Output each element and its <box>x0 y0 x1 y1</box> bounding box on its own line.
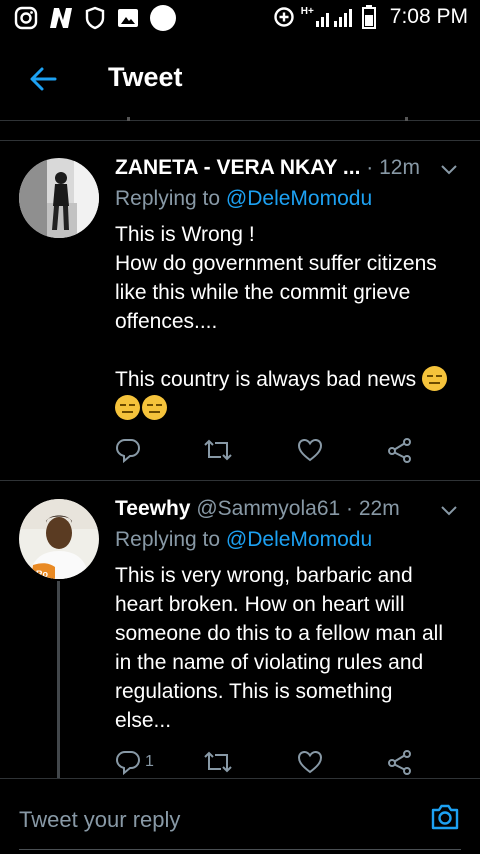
app-header: Tweet <box>0 40 480 120</box>
mention-link[interactable]: @DeleMomodu <box>226 528 372 551</box>
thread-connector <box>57 581 60 778</box>
expressionless-face-icon <box>421 366 447 391</box>
header-divider <box>0 120 480 121</box>
news-app-icon <box>50 8 72 28</box>
heart-icon <box>297 438 323 462</box>
reply-icon <box>115 439 141 463</box>
tweet-text-line: How do government suffer citizens <box>115 252 437 275</box>
network-type: H+ <box>300 5 314 17</box>
timestamp: · 12m <box>366 156 420 179</box>
like-button[interactable] <box>297 748 327 776</box>
retweet-button[interactable] <box>203 436 237 464</box>
tweet-text-line: This is very wrong, barbaric and <box>115 564 413 587</box>
mention-link[interactable]: @DeleMomodu <box>226 187 372 210</box>
share-icon <box>388 750 411 775</box>
share-icon <box>388 438 411 463</box>
retweet-icon <box>204 439 232 461</box>
status-bar: H+ 7:08 PM <box>0 0 480 36</box>
tweet-text-line <box>115 336 470 365</box>
display-name[interactable]: ZANETA - VERA NKAY ... <box>115 156 360 179</box>
tweet[interactable]: ZANETA - VERA NKAY ... · 12m Replying to… <box>0 140 480 478</box>
camera-icon[interactable] <box>429 801 461 833</box>
avatar[interactable]: Ro <box>19 499 99 579</box>
instagram-icon <box>14 6 38 30</box>
replying-to-label: Replying to <box>115 187 221 210</box>
retweet-button[interactable] <box>203 748 237 776</box>
reply-button[interactable] <box>115 436 145 464</box>
tweet-text-line: regulations. This is something <box>115 680 393 703</box>
clock: 7:08 PM <box>389 5 468 28</box>
tweet-text-line: This is Wrong ! <box>115 223 255 246</box>
tweet-text-line: offences.... <box>115 310 218 333</box>
chevron-down-icon[interactable] <box>440 505 458 517</box>
svg-text:Ro: Ro <box>36 569 48 579</box>
chevron-down-icon[interactable] <box>440 164 458 176</box>
reply-button[interactable]: 1 <box>115 748 154 776</box>
tweet-actions: 1 <box>115 748 435 778</box>
battery-icon <box>361 5 376 29</box>
replying-to-label: Replying to <box>115 528 221 551</box>
share-button[interactable] <box>387 436 413 464</box>
tweet-text: This is very wrong, barbaric and heart b… <box>115 561 470 735</box>
tweet-text-line: in the name of violating rules and <box>115 651 424 674</box>
gallery-icon <box>118 9 138 27</box>
previous-tweet-remnant <box>127 117 130 121</box>
avatar-photo: Ro <box>19 499 99 579</box>
notification-icons <box>14 5 176 31</box>
reply-count: 1 <box>145 753 154 770</box>
reply-input[interactable] <box>19 803 399 837</box>
tweet-text-line: else... <box>115 709 172 732</box>
tweet-text-line: someone do this to a fellow man all <box>115 622 444 645</box>
signal-icon <box>315 9 352 27</box>
tweet-text: This is Wrong ! How do government suffer… <box>115 220 470 423</box>
tweet-header: Teewhy @Sammyola61 · 22m <box>115 497 400 521</box>
tweet-header: ZANETA - VERA NKAY ... · 12m <box>115 156 420 180</box>
timestamp: · 22m <box>346 497 400 520</box>
tweet-text-line: heart broken. How on heart will <box>115 593 405 616</box>
share-button[interactable] <box>387 748 413 776</box>
reply-composer <box>0 778 480 854</box>
system-icons: H+ 7:08 PM <box>273 5 468 29</box>
tweet-text-line: This country is always bad news <box>115 368 417 391</box>
retweet-icon <box>204 751 232 773</box>
tweet-text-line-with-emoji: This country is always bad news <box>115 365 470 394</box>
expressionless-face-icon <box>142 395 167 420</box>
reply-icon <box>115 751 141 775</box>
replying-to: Replying to @DeleMomodu <box>115 528 372 552</box>
emoji-line <box>115 394 470 423</box>
expressionless-face-icon <box>115 395 140 420</box>
tweet-text-line: like this while the commit grieve <box>115 281 411 304</box>
data-saver-icon <box>274 7 294 27</box>
record-dot-icon <box>150 5 176 31</box>
replying-to: Replying to @DeleMomodu <box>115 187 372 211</box>
like-button[interactable] <box>297 436 327 464</box>
previous-tweet-remnant <box>405 117 408 121</box>
input-underline <box>19 849 461 850</box>
back-arrow-icon[interactable] <box>28 64 58 94</box>
shield-icon <box>85 6 105 30</box>
heart-icon <box>297 750 323 774</box>
username[interactable]: @Sammyola61 <box>196 497 340 520</box>
display-name[interactable]: Teewhy <box>115 497 190 520</box>
avatar-photo <box>19 158 99 238</box>
tweet-actions <box>115 436 435 466</box>
page-title: Tweet <box>108 62 183 92</box>
avatar[interactable] <box>19 158 99 238</box>
tweet[interactable]: Ro Teewhy @Sammyola61 · 22m Replying to … <box>0 481 480 778</box>
